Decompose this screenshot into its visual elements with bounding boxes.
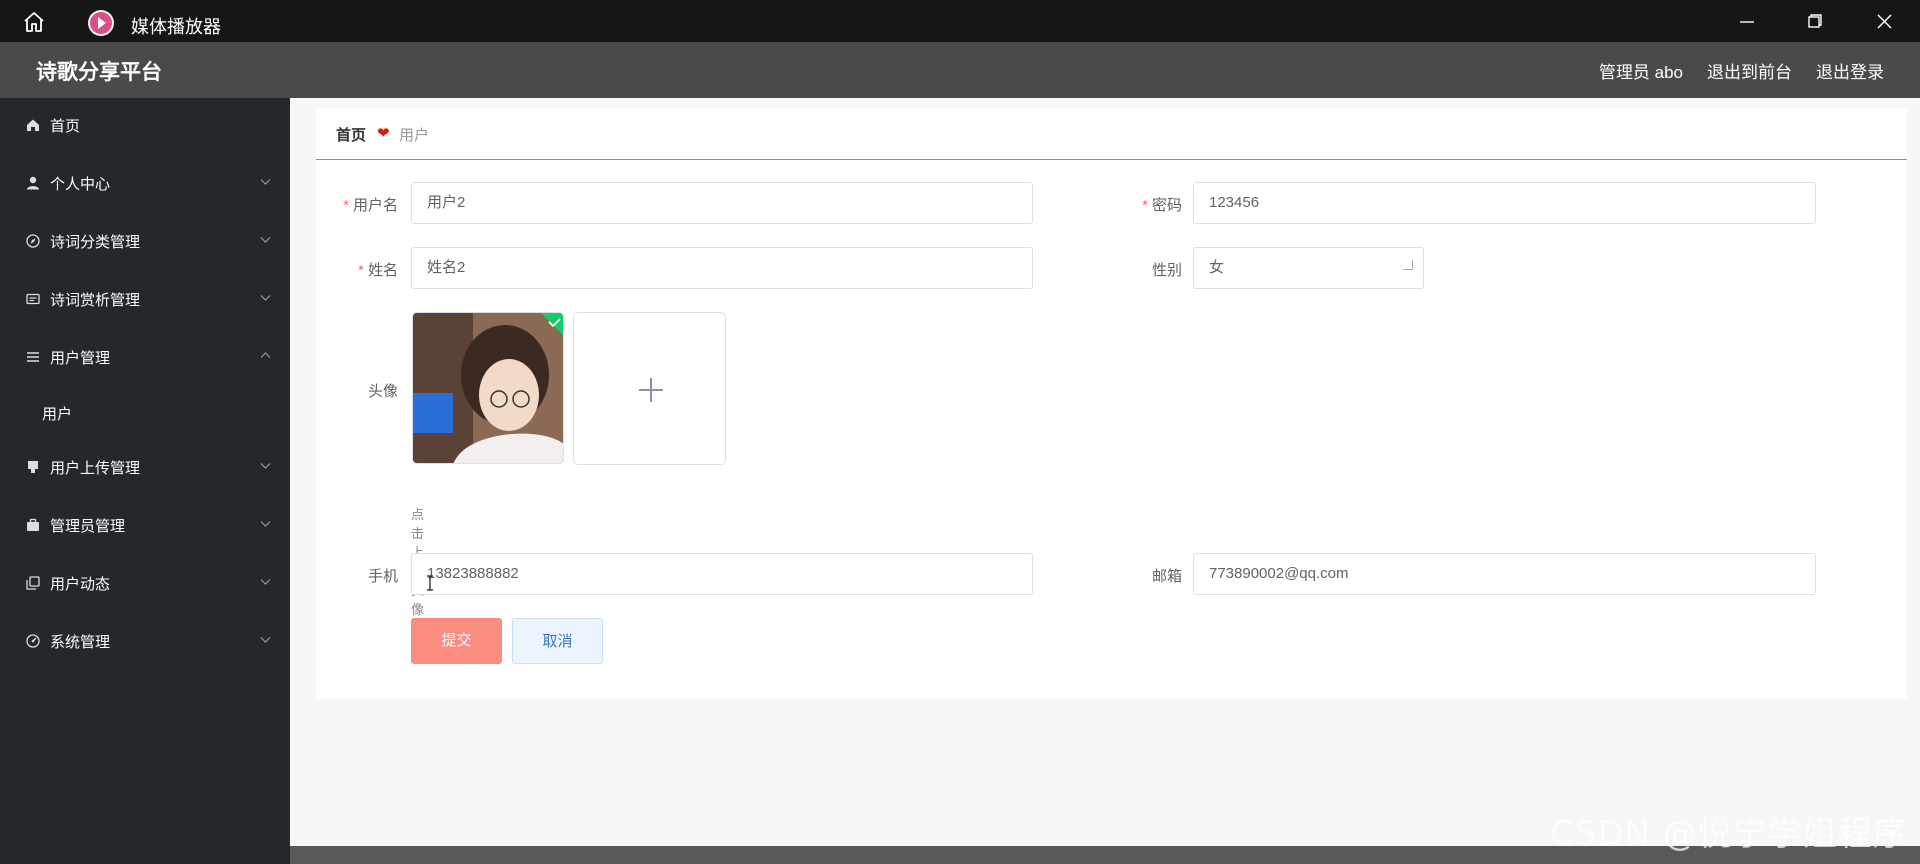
sidebar-item-label: 首页 [50,118,81,135]
copy-icon [26,576,40,590]
user-icon [27,176,39,190]
text-cursor-icon [427,575,433,591]
media-player-icon [88,10,114,36]
dashboard-icon [26,634,40,648]
window-titlebar: 媒体播放器 [0,0,1920,42]
sidebar-item-system-management[interactable]: 系统管理 [0,615,290,667]
password-label: * 密码 [1142,197,1182,214]
heart-icon: ❤ [377,125,390,142]
briefcase-icon [27,518,39,531]
cancel-button[interactable]: 取消 [512,618,603,664]
sidebar-item-admin-management[interactable]: 管理员管理 [0,499,290,551]
header-links: 管理员 abo 退出到前台 退出登录 [1599,58,1884,83]
breadcrumb: 首页 ❤ 用户 [316,108,1907,160]
chevron-down-icon [260,237,271,243]
submit-button[interactable]: 提交 [411,618,502,664]
chevron-down-icon [260,521,271,527]
chevron-down-icon [260,463,271,469]
phone-label: 手机 [367,568,398,585]
compass-icon [26,234,40,248]
sidebar-item-label: 用户 [42,406,73,423]
watermark: CSDN @悦宁学姐程序 [1550,814,1908,854]
sidebar-subitem-user[interactable]: 用户 [0,391,290,435]
home-icon [27,119,39,131]
username-input[interactable]: 用户2 [411,182,1033,224]
logout-link[interactable]: 退出登录 [1816,58,1884,83]
sidebar-item-label: 个人中心 [50,176,111,193]
sidebar-item-user-management[interactable]: 用户管理 [0,331,290,383]
exit-to-front-link[interactable]: 退出到前台 [1707,58,1792,83]
sidebar-item-personal-center[interactable]: 个人中心 [0,157,290,209]
select-arrow-icon [1403,260,1413,270]
close-icon[interactable] [1862,8,1906,36]
sidebar-item-label: 管理员管理 [50,518,126,535]
name-input[interactable]: 姓名2 [411,247,1033,289]
username-label: * 用户名 [343,197,398,214]
phone-input[interactable]: 13823888882 [411,553,1033,595]
chevron-down-icon [260,179,271,185]
chevron-up-icon [260,352,271,358]
app-header: 诗歌分享平台 管理员 abo 退出到前台 退出登录 [0,42,1920,98]
email-input[interactable]: 773890002@qq.com [1193,553,1816,595]
sidebar-item-label: 诗词赏析管理 [50,292,141,309]
list-icon [27,352,39,362]
brand-title: 诗歌分享平台 [36,61,162,84]
breadcrumb-home[interactable]: 首页 [336,124,366,145]
window-title: 媒体播放器 [131,17,221,37]
email-label: 邮箱 [1151,568,1182,585]
password-input[interactable]: 123456 [1193,182,1816,224]
sidebar: 首页 个人中心 诗词分类管理 诗词赏析管理 用户管理 用户 用户上传管理 管理员… [0,98,290,864]
admin-name: 管理员 abo [1598,63,1683,82]
avatar-photo [413,313,563,463]
sidebar-item-poem-category[interactable]: 诗词分类管理 [0,215,290,267]
sidebar-item-user-upload[interactable]: 用户上传管理 [0,441,290,493]
gender-select[interactable]: 女 [1193,247,1424,289]
sidebar-item-label: 用户管理 [50,350,111,367]
home-icon[interactable] [22,10,46,34]
chevron-down-icon [260,637,271,643]
sidebar-item-label: 用户动态 [50,576,111,593]
stamp-icon [28,461,38,473]
card-icon [26,293,40,305]
avatar-upload-button[interactable] [573,312,726,465]
name-label: * 姓名 [358,262,398,279]
chevron-down-icon [260,295,271,301]
plus-icon [639,378,663,402]
sidebar-item-label: 系统管理 [50,634,111,651]
avatar-image[interactable] [412,312,564,464]
gender-label: 性别 [1151,262,1182,279]
restore-icon[interactable] [1792,8,1836,36]
sidebar-item-user-feed[interactable]: 用户动态 [0,557,290,609]
sidebar-item-home[interactable]: 首页 [0,99,290,151]
sidebar-item-label: 用户上传管理 [50,460,141,477]
chevron-down-icon [260,579,271,585]
avatar-label: 头像 [367,383,398,400]
gender-value: 女 [1209,259,1225,276]
sidebar-item-poem-appreciation[interactable]: 诗词赏析管理 [0,273,290,325]
sidebar-item-label: 诗词分类管理 [50,234,141,251]
minimize-icon[interactable] [1724,8,1768,36]
breadcrumb-current: 用户 [399,127,430,144]
